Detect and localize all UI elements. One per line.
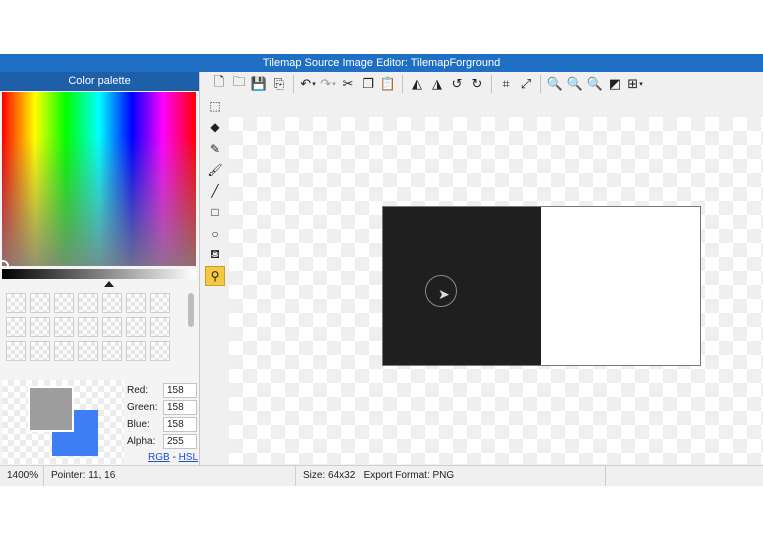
cut-icon[interactable]: ✂ <box>338 74 358 94</box>
swatch-scrollbar[interactable] <box>186 290 196 376</box>
swatch-grid <box>2 290 186 376</box>
palette-swatch[interactable] <box>102 317 122 337</box>
resize-icon[interactable]: ⤢ <box>516 74 536 94</box>
pencil-icon[interactable]: ✎ <box>205 139 225 159</box>
palette-swatch[interactable] <box>6 317 26 337</box>
palette-swatch[interactable] <box>126 341 146 361</box>
grid-icon[interactable]: ⊞ ▾ <box>625 74 645 94</box>
color-mode-links: RGB - HSL <box>148 452 198 463</box>
palette-swatch[interactable] <box>78 293 98 313</box>
redo-icon[interactable]: ↷ ▾ <box>318 74 338 94</box>
palette-header: Color palette <box>0 72 199 91</box>
zoom-out-icon[interactable]: 🔍 <box>565 74 585 94</box>
color-spectrum-picker[interactable] <box>0 92 196 272</box>
palette-swatch[interactable] <box>78 317 98 337</box>
rectangle-icon[interactable]: □ <box>205 202 225 222</box>
palette-swatch[interactable] <box>78 341 98 361</box>
pointer-position: Pointer: 11, 16 <box>44 466 296 486</box>
zoom-level: 1400% <box>0 466 44 486</box>
fill-bucket-icon[interactable]: ⛾ <box>205 245 225 265</box>
editor-window: Tilemap Source Image Editor: TilemapForg… <box>0 54 763 486</box>
toolbar-separator <box>293 75 294 93</box>
export-format: Export Format: PNG <box>363 470 455 481</box>
undo-icon[interactable]: ↶ ▾ <box>298 74 318 94</box>
palette-swatch[interactable] <box>6 341 26 361</box>
blue-label: Blue: <box>127 419 150 430</box>
tool-palette: ⬚ ◆ ✎ 🖌 ╱ □ ○ ⛾ ⚲ <box>205 96 227 288</box>
open-folder-icon[interactable]: 🗀 <box>229 74 249 94</box>
mouse-cursor-icon: ➤ <box>438 286 450 302</box>
ellipse-icon[interactable]: ○ <box>205 224 225 244</box>
palette-swatch[interactable] <box>30 293 50 313</box>
status-bar: 1400% Pointer: 11, 16 Size: 64x32 Export… <box>0 465 763 486</box>
palette-swatch[interactable] <box>150 293 170 313</box>
color-palette-panel: Color palette Red: Green: Blue: Alpha: R… <box>0 72 200 465</box>
palette-swatch[interactable] <box>150 341 170 361</box>
palette-swatch[interactable] <box>102 293 122 313</box>
palette-swatch[interactable] <box>126 293 146 313</box>
rotate-left-icon[interactable]: ↺ <box>447 74 467 94</box>
brush-icon[interactable]: 🖌 <box>205 160 225 180</box>
window-title: Tilemap Source Image Editor: TilemapForg… <box>0 54 763 72</box>
flip-vertical-icon[interactable]: ◮ <box>427 74 447 94</box>
main-toolbar: 🗋 🗀 💾 ⎘ ↶ ▾ ↷ ▾ ✂ ❐ 📋 ◭ ◮ ↺ ↻ ⌗ ⤢ 🔍 🔍 🔍 ◩ … <box>205 72 763 96</box>
rgb-mode-link[interactable]: RGB <box>148 452 170 463</box>
blue-input[interactable] <box>163 417 197 432</box>
color-preview <box>2 380 124 464</box>
primary-color-swatch[interactable] <box>28 386 74 432</box>
green-input[interactable] <box>163 400 197 415</box>
palette-swatch[interactable] <box>54 293 74 313</box>
brightness-slider[interactable] <box>2 269 196 279</box>
marquee-select-icon[interactable]: ⬚ <box>205 96 225 116</box>
copy-icon[interactable]: ❐ <box>358 74 378 94</box>
rotate-right-icon[interactable]: ↻ <box>467 74 487 94</box>
toolbar-separator <box>491 75 492 93</box>
red-input[interactable] <box>163 383 197 398</box>
eraser-icon[interactable]: ◆ <box>205 117 225 137</box>
alpha-label: Alpha: <box>127 436 156 447</box>
editing-canvas[interactable]: ➤ <box>229 117 763 464</box>
palette-swatch[interactable] <box>6 293 26 313</box>
eyedropper-icon[interactable]: ⚲ <box>205 266 225 287</box>
palette-swatch[interactable] <box>54 317 74 337</box>
save-icon[interactable]: 💾 <box>249 74 269 94</box>
red-label: Red: <box>127 385 149 396</box>
palette-swatch[interactable] <box>54 341 74 361</box>
palette-swatch[interactable] <box>102 341 122 361</box>
toolbar-separator <box>402 75 403 93</box>
alpha-input[interactable] <box>163 434 197 449</box>
palette-swatch[interactable] <box>150 317 170 337</box>
toggle-transparency-icon[interactable]: ◩ <box>605 74 625 94</box>
palette-swatch[interactable] <box>30 317 50 337</box>
flip-horizontal-icon[interactable]: ◭ <box>407 74 427 94</box>
line-icon[interactable]: ╱ <box>205 181 225 201</box>
swatch-scrollbar-thumb[interactable] <box>188 293 194 327</box>
new-file-icon[interactable]: 🗋 <box>209 74 229 94</box>
paste-icon[interactable]: 📋 <box>378 74 398 94</box>
tilemap-image[interactable]: ➤ <box>382 206 701 366</box>
green-label: Green: <box>127 402 158 413</box>
palette-swatch[interactable] <box>30 341 50 361</box>
zoom-in-icon[interactable]: 🔍 <box>545 74 565 94</box>
crop-icon[interactable]: ⌗ <box>496 74 516 94</box>
toolbar-separator <box>540 75 541 93</box>
save-as-icon[interactable]: ⎘ <box>269 74 289 94</box>
brightness-slider-handle[interactable] <box>104 281 114 287</box>
palette-swatch[interactable] <box>126 317 146 337</box>
zoom-fit-icon[interactable]: 🔍 <box>585 74 605 94</box>
image-info: Size: 64x32 Export Format: PNG <box>296 466 606 486</box>
hsl-mode-link[interactable]: HSL <box>179 452 198 463</box>
dark-tile[interactable]: ➤ <box>383 207 541 365</box>
mode-separator: - <box>172 452 176 463</box>
image-size: Size: 64x32 <box>303 470 356 481</box>
